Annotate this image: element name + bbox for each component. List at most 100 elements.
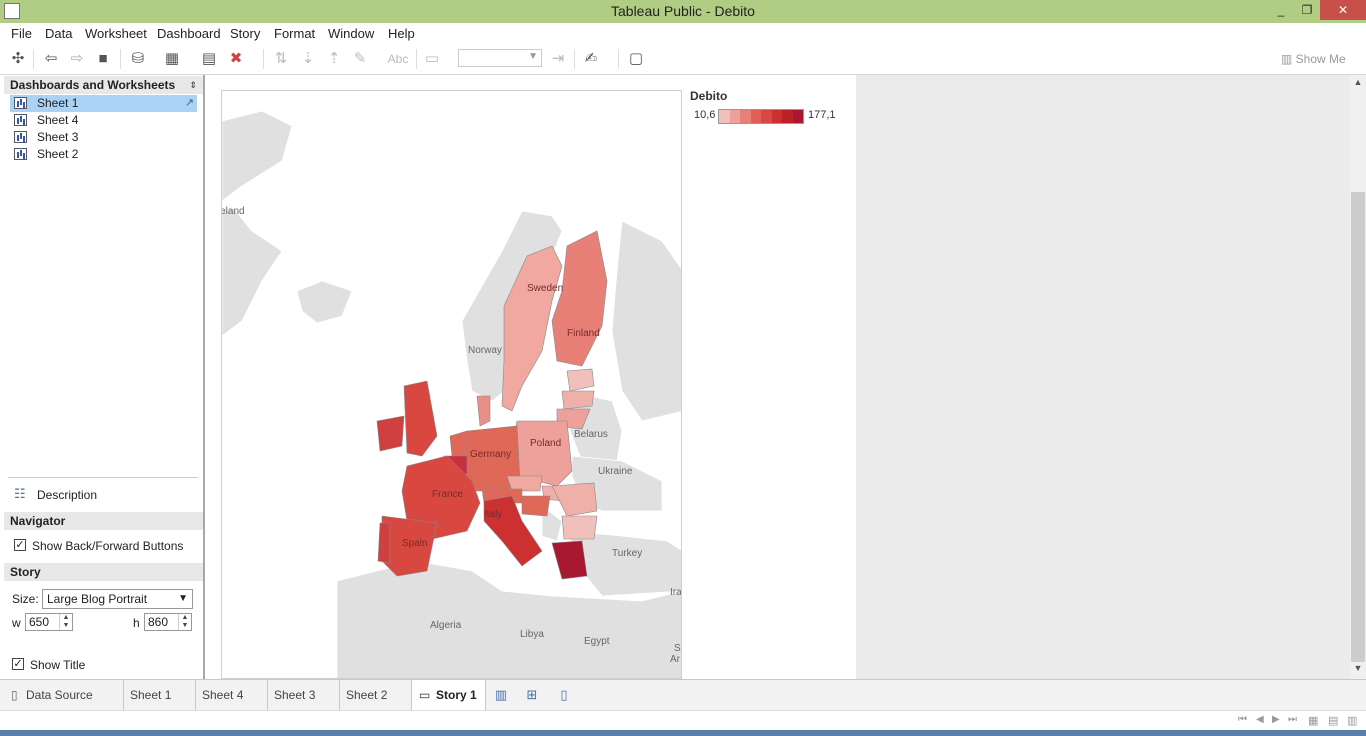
map-svg: Sweden Finland Norway Belarus Poland Ger… — [222, 110, 681, 678]
window-title: Tableau Public - Debito — [611, 3, 755, 19]
first-sheet-icon[interactable]: ⏮ — [1238, 714, 1247, 725]
database-icon: ▯ — [11, 688, 18, 702]
country-finland[interactable] — [551, 230, 608, 367]
fix-axes-icon[interactable]: ⇥ — [548, 50, 568, 68]
next-sheet-icon[interactable]: ▶ — [1272, 714, 1280, 725]
worksheet-icon — [14, 148, 27, 160]
show-title-checkbox[interactable]: ✓ — [12, 658, 24, 670]
format-pen-icon[interactable]: ✍ — [581, 50, 601, 68]
show-back-forward-checkbox[interactable]: ✓ — [14, 539, 26, 551]
close-button[interactable]: ✕ — [1320, 0, 1366, 20]
legend-color-ramp[interactable] — [718, 109, 804, 124]
country-netherlands[interactable] — [449, 430, 468, 457]
europe-debt-map[interactable]: Sweden Finland Norway Belarus Poland Ger… — [221, 90, 682, 679]
fit-dropdown[interactable]: ▼ — [458, 49, 542, 67]
sort-ascending-icon[interactable]: ⇣ — [298, 50, 318, 68]
menu-dashboard[interactable]: Dashboard — [157, 26, 221, 41]
map-label-italy: Italy — [484, 509, 502, 520]
show-me-button[interactable]: ▥ Show Me — [1281, 52, 1346, 66]
tab-sheet-1[interactable]: Sheet 1 — [124, 680, 196, 710]
scroll-up-icon[interactable]: ▲ — [1350, 77, 1366, 87]
panel-menu-icon[interactable]: ⇕ — [189, 76, 197, 94]
story-height-stepper[interactable]: 860 ▲ ▼ — [144, 613, 192, 631]
sheet-sorter-icon[interactable]: ▦ — [1308, 714, 1318, 727]
map-label-germany: Germany — [470, 449, 511, 460]
filmstrip-icon[interactable]: ▤ — [1328, 714, 1338, 727]
map-label-ukraine: Ukraine — [598, 466, 633, 477]
tab-sheet-2[interactable]: Sheet 2 — [340, 680, 412, 710]
country-denmark[interactable] — [476, 395, 491, 427]
navigator-header: Navigator — [4, 512, 203, 530]
sheet-item-sheet-1[interactable]: Sheet 1 ↗ — [10, 95, 197, 112]
new-worksheet-tab-icon[interactable]: ▥ — [493, 688, 509, 702]
legend-swatch — [750, 110, 761, 123]
tab-label: Data Source — [26, 688, 93, 702]
map-label-arabia: Ar — [670, 654, 681, 665]
menu-window[interactable]: Window — [328, 26, 374, 41]
country-latvia[interactable] — [561, 390, 595, 410]
duplicate-sheet-icon[interactable]: ▤ — [199, 50, 219, 68]
label-icon[interactable]: Abc — [384, 50, 412, 68]
worksheet-icon — [14, 97, 27, 109]
menu-worksheet[interactable]: Worksheet — [85, 26, 147, 41]
tab-story-1[interactable]: ▭ Story 1 — [412, 680, 486, 710]
redo-icon[interactable]: ⇨ — [67, 50, 87, 68]
open-sheet-icon[interactable]: ↗ — [185, 95, 194, 112]
country-portugal[interactable] — [377, 522, 391, 564]
new-data-source-icon[interactable]: ⛁ — [128, 50, 148, 68]
country-ireland[interactable] — [376, 415, 405, 452]
country-estonia[interactable] — [566, 368, 595, 392]
presentation-mode-icon[interactable]: ▢ — [626, 50, 646, 68]
description-item[interactable]: Description — [37, 488, 97, 502]
vertical-scrollbar[interactable]: ▲ ▼ — [1350, 75, 1366, 679]
map-label-poland: Poland — [530, 438, 561, 449]
menu-story[interactable]: Story — [230, 26, 260, 41]
map-label-turkey: Turkey — [612, 548, 642, 559]
tab-data-source[interactable]: ▯ Data Source — [0, 680, 124, 710]
map-label-france: France — [432, 489, 464, 500]
country-bulgaria[interactable] — [561, 515, 598, 540]
restore-button[interactable]: ❐ — [1292, 0, 1322, 20]
stepper-arrows-icon[interactable]: ▲ ▼ — [59, 614, 72, 630]
tabs-view-icon[interactable]: ▥ — [1347, 714, 1357, 727]
country-romania[interactable] — [551, 482, 598, 517]
sheet-item-sheet-2[interactable]: Sheet 2 — [10, 146, 197, 163]
sheet-item-sheet-4[interactable]: Sheet 4 — [10, 112, 197, 129]
country-united-kingdom[interactable] — [403, 380, 438, 457]
menu-file[interactable]: File — [11, 26, 32, 41]
undo-icon[interactable]: ⇦ — [41, 50, 61, 68]
fit-icon[interactable]: ▭ — [422, 50, 442, 68]
story-size-select[interactable]: Large Blog Portrait ▼ — [42, 589, 193, 609]
country-hungary[interactable] — [521, 495, 551, 517]
scroll-thumb[interactable] — [1351, 192, 1365, 662]
legend-swatch — [792, 110, 803, 123]
legend-swatch — [761, 110, 772, 123]
chevron-down-icon: ▼ — [528, 51, 538, 62]
tab-sheet-3[interactable]: Sheet 3 — [268, 680, 340, 710]
save-icon[interactable]: ■ — [93, 50, 113, 68]
tableau-logo-icon[interactable]: ✣ — [8, 50, 28, 68]
stepper-arrows-icon[interactable]: ▲ ▼ — [178, 614, 191, 630]
new-worksheet-icon[interactable]: ▦ — [162, 50, 182, 68]
previous-sheet-icon[interactable]: ◀ — [1256, 714, 1264, 725]
menu-format[interactable]: Format — [274, 26, 315, 41]
map-label-egypt: Egypt — [584, 636, 610, 647]
swap-icon[interactable]: ⇅ — [271, 50, 291, 68]
last-sheet-icon[interactable]: ⏭ — [1288, 714, 1297, 725]
highlight-icon[interactable]: ✎ — [350, 50, 370, 68]
new-dashboard-tab-icon[interactable]: ⊞ — [524, 688, 540, 702]
menu-data[interactable]: Data — [45, 26, 72, 41]
story-width-stepper[interactable]: 650 ▲ ▼ — [25, 613, 73, 631]
show-me-label: Show Me — [1295, 52, 1346, 66]
story-icon: ▭ — [419, 688, 431, 702]
sort-descending-icon[interactable]: ⇡ — [324, 50, 344, 68]
scroll-down-icon[interactable]: ▼ — [1350, 663, 1366, 673]
sheet-item-sheet-3[interactable]: Sheet 3 — [10, 129, 197, 146]
tab-sheet-4[interactable]: Sheet 4 — [196, 680, 268, 710]
country-greece[interactable] — [551, 540, 588, 580]
map-label-algeria: Algeria — [430, 620, 462, 631]
new-story-tab-icon[interactable]: ▯ — [556, 688, 572, 702]
russia-shape — [611, 220, 681, 422]
clear-sheet-icon[interactable]: ✖ — [226, 50, 246, 68]
menu-help[interactable]: Help — [388, 26, 415, 41]
